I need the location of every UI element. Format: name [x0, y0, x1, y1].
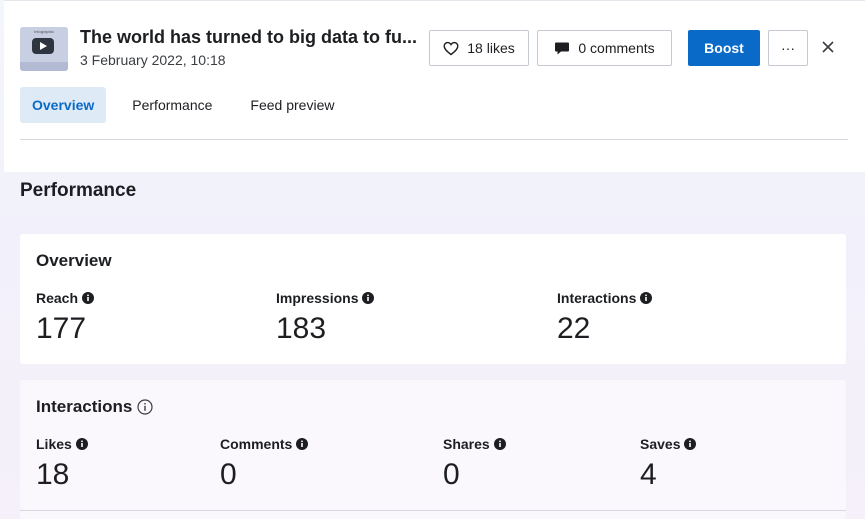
info-icon[interactable]	[362, 292, 375, 304]
speech-bubble-icon	[555, 42, 570, 54]
thumbnail-caption: Infographic	[34, 29, 54, 34]
info-icon[interactable]	[640, 292, 653, 304]
post-header-panel: Infographic The world has turned to big …	[4, 0, 865, 172]
overview-title-text: Overview	[36, 251, 112, 270]
metric-impressions: Impressions 183	[276, 290, 375, 346]
metric-reach-value: 177	[36, 312, 87, 345]
play-icon	[32, 38, 54, 54]
metric-impressions-label: Impressions	[276, 290, 359, 306]
metric-comments: Comments 0	[220, 436, 309, 492]
interactions-card: Interactions Likes 18 Comments 0 Shares …	[20, 380, 846, 519]
close-icon[interactable]	[816, 35, 840, 59]
tabs-divider	[20, 139, 848, 140]
likes-label: 18 likes	[467, 40, 515, 56]
metric-likes-value: 18	[36, 458, 70, 491]
info-icon[interactable]	[684, 438, 697, 450]
info-outline-icon[interactable]	[137, 399, 153, 415]
thumbnail-band	[20, 62, 68, 71]
metric-likes-label: Likes	[36, 436, 72, 452]
metric-saves: Saves 4	[640, 436, 697, 492]
metric-shares: Shares 0	[443, 436, 506, 492]
more-options-button[interactable]: ···	[768, 30, 808, 66]
info-icon[interactable]	[296, 438, 309, 450]
metric-likes: Likes 18	[36, 436, 88, 492]
metric-comments-value: 0	[220, 458, 237, 491]
metric-interactions-label: Interactions	[557, 290, 637, 306]
metric-shares-label: Shares	[443, 436, 490, 452]
metric-reach-label: Reach	[36, 290, 79, 306]
comments-label: 0 comments	[578, 40, 655, 56]
info-icon[interactable]	[75, 438, 88, 450]
metric-shares-value: 0	[443, 458, 460, 491]
interactions-title-text: Interactions	[36, 397, 133, 416]
metric-reach: Reach 177	[36, 290, 95, 346]
likes-button[interactable]: 18 likes	[429, 30, 529, 66]
metric-saves-value: 4	[640, 458, 657, 491]
heart-icon	[443, 41, 459, 55]
metric-comments-label: Comments	[220, 436, 293, 452]
overview-title: Overview	[36, 251, 112, 271]
performance-heading: Performance	[20, 180, 137, 201]
overview-card: Overview Reach 177 Impressions 183 Inter…	[20, 234, 846, 364]
post-date: 3 February 2022, 10:18	[80, 52, 226, 68]
metric-impressions-value: 183	[276, 312, 327, 345]
metric-interactions-value: 22	[557, 312, 591, 345]
interactions-divider	[20, 510, 846, 511]
post-tabs: Overview Performance Feed preview	[20, 87, 360, 123]
info-icon[interactable]	[82, 292, 95, 304]
comments-button[interactable]: 0 comments	[537, 30, 672, 66]
post-thumbnail[interactable]: Infographic	[20, 27, 68, 71]
tab-overview[interactable]: Overview	[20, 87, 107, 123]
info-icon[interactable]	[493, 438, 506, 450]
interactions-title: Interactions	[36, 397, 153, 417]
metric-saves-label: Saves	[640, 436, 681, 452]
tab-feed-preview[interactable]: Feed preview	[238, 87, 346, 123]
post-title: The world has turned to big data to fu..…	[80, 27, 417, 47]
metric-interactions: Interactions 22	[557, 290, 653, 346]
boost-button[interactable]: Boost	[688, 30, 760, 66]
tab-performance[interactable]: Performance	[120, 87, 224, 123]
